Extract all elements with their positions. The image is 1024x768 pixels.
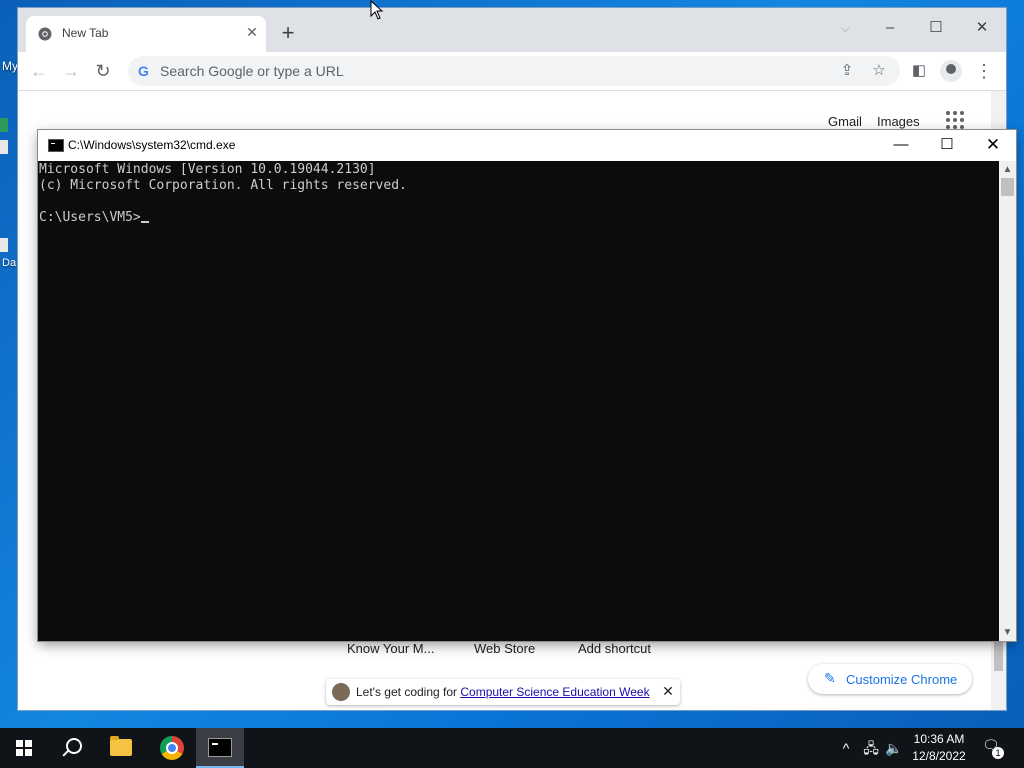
notification-badge: 1: [992, 747, 1004, 759]
clock-date: 12/8/2022: [912, 749, 966, 763]
side-panel-icon[interactable]: ◧: [908, 60, 930, 82]
promo-text: Let's get coding for Computer Science Ed…: [356, 685, 650, 699]
chevron-up-icon[interactable]: ^: [836, 738, 856, 758]
start-button[interactable]: [0, 728, 48, 768]
taskbar: ^ 🖧 🔈 10:36 AM 12/8/2022 🗨 1: [0, 728, 1024, 768]
add-shortcut-tile[interactable]: Add shortcut: [578, 641, 651, 656]
address-bar[interactable]: G Search Google or type a URL ⇪ ☆: [128, 56, 900, 86]
tab-new-tab[interactable]: New Tab ✕: [26, 16, 266, 52]
cmd-app-icon: [48, 139, 64, 152]
windows-logo-icon: [16, 740, 32, 756]
profile-icon[interactable]: [940, 60, 962, 82]
customize-chrome-button[interactable]: ✎ Customize Chrome: [808, 664, 972, 694]
google-g-icon: G: [138, 63, 149, 79]
desktop-icon-label: My: [2, 59, 18, 73]
terminal-icon: [208, 738, 232, 757]
search-button[interactable]: [48, 728, 96, 768]
promo-link[interactable]: Computer Science Education Week: [460, 685, 649, 699]
new-tab-plus-icon[interactable]: +: [276, 22, 300, 46]
customize-chrome-label: Customize Chrome: [846, 672, 958, 687]
console-scrollbar[interactable]: ▲ ▼: [999, 161, 1016, 641]
cmd-title: C:\Windows\system32\cmd.exe: [68, 138, 236, 152]
minimize-icon[interactable]: –: [874, 16, 906, 40]
promo-close-icon[interactable]: ✕: [660, 683, 676, 700]
cmd-window: C:\Windows\system32\cmd.exe — ☐ ✕ Micros…: [38, 130, 1016, 641]
chrome-titlebar[interactable]: New Tab ✕ + ⌵ – ☐ ✕: [18, 8, 1006, 52]
folder-icon: [110, 736, 132, 756]
address-bar-placeholder: Search Google or type a URL: [160, 63, 344, 79]
scrollbar-thumb[interactable]: [1001, 178, 1014, 196]
kebab-menu-icon[interactable]: ⋮: [973, 60, 995, 82]
search-icon: [66, 738, 82, 754]
text-cursor: [140, 221, 149, 223]
tab-search-chevron-icon[interactable]: ⌵: [829, 16, 861, 40]
close-window-icon[interactable]: ✕: [966, 16, 998, 40]
chrome-favicon-icon: [38, 27, 52, 41]
tab-title: New Tab: [62, 26, 109, 40]
file-explorer-button[interactable]: [98, 728, 146, 768]
close-window-icon[interactable]: ✕: [970, 130, 1016, 161]
maximize-icon[interactable]: ☐: [924, 130, 970, 161]
tab-close-icon[interactable]: ✕: [244, 24, 260, 42]
notification-center-button[interactable]: 🗨 1: [982, 737, 1004, 759]
minimize-icon[interactable]: —: [878, 130, 924, 161]
pencil-icon: ✎: [824, 670, 836, 686]
forward-arrow-icon[interactable]: →: [60, 60, 82, 82]
console-prompt: C:\Users\VM5>: [39, 210, 149, 226]
desktop-shortcut-icon[interactable]: [0, 118, 8, 132]
chrome-icon: [160, 736, 184, 760]
share-icon[interactable]: ⇪: [836, 60, 858, 82]
promo-banner: Let's get coding for Computer Science Ed…: [326, 679, 680, 705]
shortcut-tile[interactable]: Web Store: [474, 641, 535, 656]
desktop-icon-label: Da: [2, 257, 17, 269]
console-output[interactable]: Microsoft Windows [Version 10.0.19044.21…: [38, 161, 999, 641]
cmd-taskbar-button[interactable]: [196, 728, 244, 768]
desktop-shortcut-icon[interactable]: [0, 140, 8, 154]
apps-grid-icon[interactable]: [946, 111, 964, 129]
mouse-cursor-icon: [370, 0, 384, 20]
scroll-up-icon[interactable]: ▲: [999, 161, 1016, 178]
shortcut-tile[interactable]: Know Your M...: [347, 641, 434, 656]
clock[interactable]: 10:36 AM 12/8/2022: [900, 731, 978, 765]
chrome-toolbar: ← → ↻ G Search Google or type a URL ⇪ ☆ …: [18, 52, 1006, 91]
reload-icon[interactable]: ↻: [92, 60, 114, 82]
gmail-link[interactable]: Gmail: [828, 114, 862, 129]
maximize-icon[interactable]: ☐: [920, 16, 952, 40]
back-arrow-icon[interactable]: ←: [28, 60, 50, 82]
network-icon[interactable]: 🖧: [861, 738, 881, 758]
scroll-down-icon[interactable]: ▼: [999, 624, 1016, 641]
star-icon[interactable]: ☆: [868, 60, 890, 82]
chrome-taskbar-button[interactable]: [148, 728, 196, 768]
console-line: Microsoft Windows [Version 10.0.19044.21…: [39, 162, 376, 177]
clock-time: 10:36 AM: [913, 732, 965, 746]
console-line: (c) Microsoft Corporation. All rights re…: [39, 178, 407, 193]
cmd-titlebar[interactable]: C:\Windows\system32\cmd.exe — ☐ ✕: [38, 130, 1016, 161]
doodle-avatar-icon: [332, 683, 350, 701]
desktop-shortcut-icon[interactable]: [0, 238, 8, 252]
images-link[interactable]: Images: [877, 114, 920, 129]
